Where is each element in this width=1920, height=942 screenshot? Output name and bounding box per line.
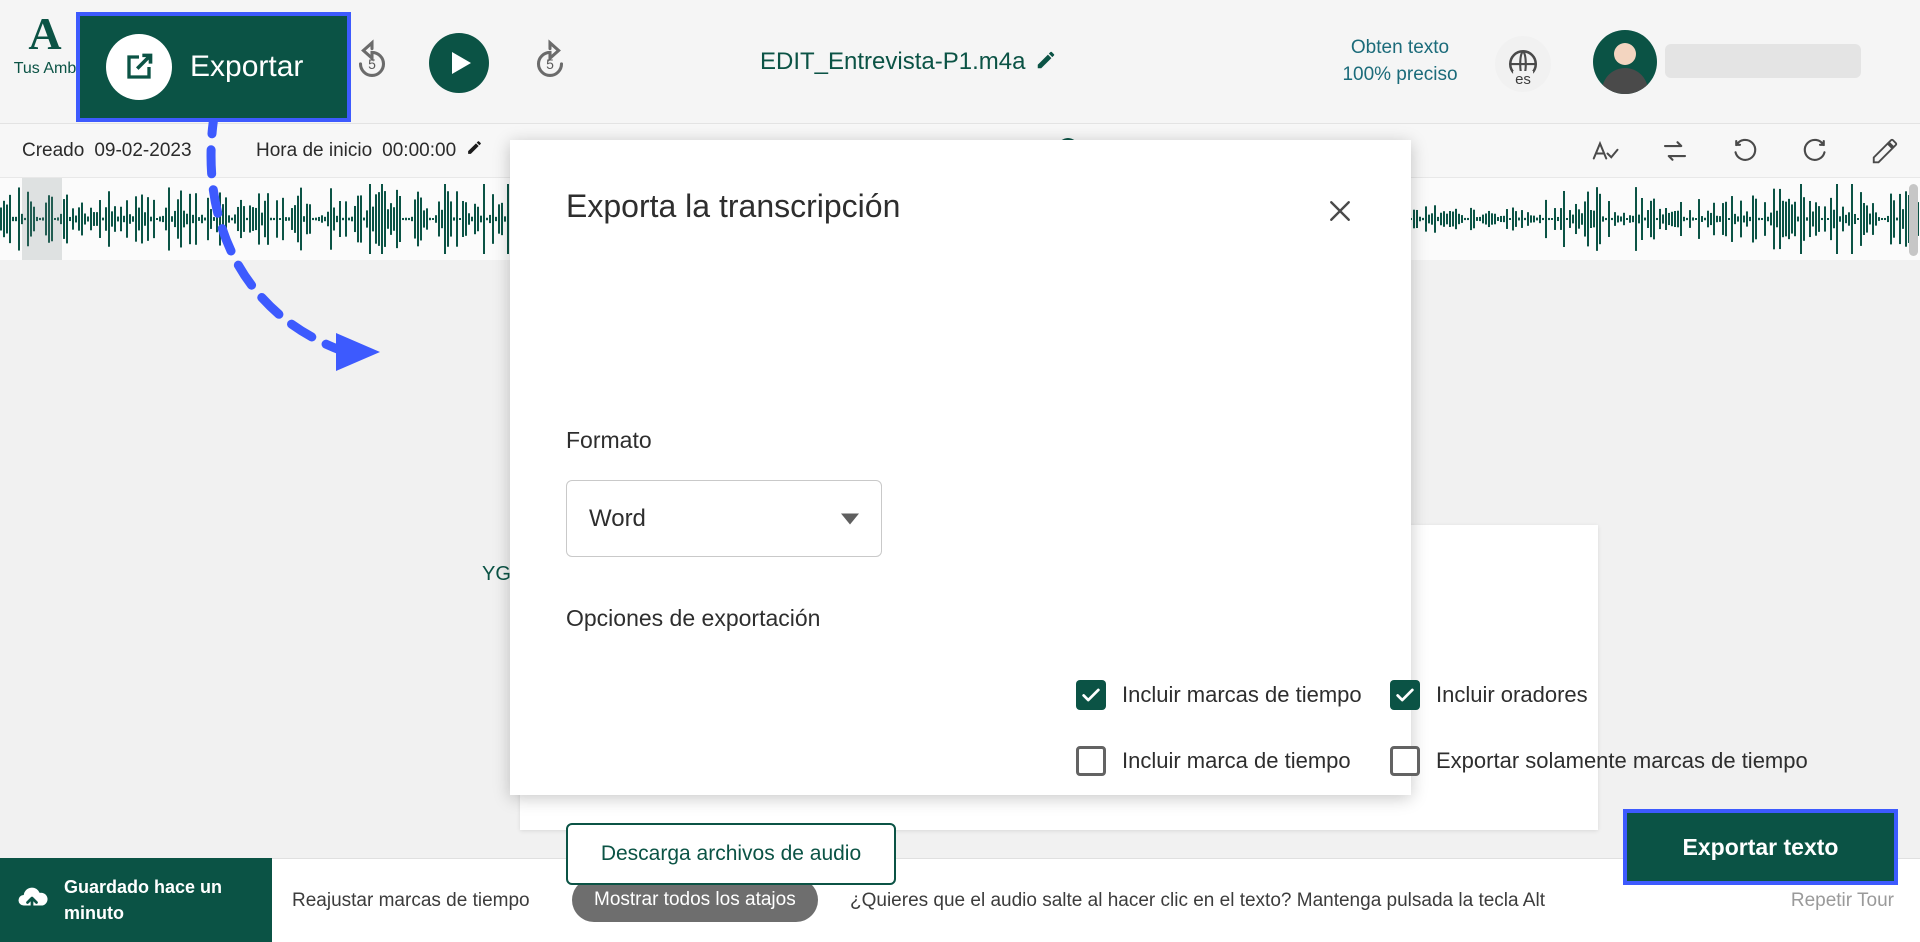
- language-button[interactable]: es: [1495, 36, 1551, 92]
- pencil-icon[interactable]: [466, 139, 483, 162]
- spellcheck-icon[interactable]: [1590, 136, 1620, 166]
- close-icon[interactable]: [1321, 192, 1359, 230]
- file-title-block[interactable]: EDIT_Entrevista-P1.m4a: [760, 48, 1057, 76]
- format-select[interactable]: Word: [566, 480, 882, 557]
- accuracy-line-1: Obten texto: [1350, 37, 1450, 58]
- meta-start-time-value: 00:00:00: [382, 139, 457, 161]
- export-dialog: Exporta la transcripción Formato Word Op…: [510, 140, 1898, 885]
- accuracy-line-2: 100% preciso: [1342, 64, 1458, 85]
- checkbox-checked-icon: [1076, 680, 1106, 710]
- format-label: Formato: [566, 427, 652, 453]
- forward-5-button[interactable]: 5: [526, 38, 574, 86]
- format-select-value: Word: [589, 504, 646, 532]
- avatar-head: [1614, 43, 1636, 65]
- checkbox-include-single-timestamp[interactable]: Incluir marca de tiempo: [1076, 746, 1351, 776]
- checkbox-export-only-timestamps[interactable]: Exportar solamente marcas de tiempo: [1390, 746, 1808, 776]
- repeat-tour-link[interactable]: Repetir Tour: [1791, 890, 1894, 912]
- export-text-button[interactable]: Exportar texto: [1623, 809, 1898, 885]
- meta-created-key: Creado: [22, 139, 85, 161]
- rewind-5-label: 5: [368, 55, 376, 72]
- meta-created: Creado 09-02-2023: [22, 140, 192, 162]
- export-button-label: Exportar: [190, 50, 304, 83]
- export-text-button-label: Exportar texto: [1682, 833, 1839, 860]
- checkbox-checked-icon: [1390, 680, 1420, 710]
- cloud-upload-icon: [14, 880, 50, 921]
- meta-tools: [1590, 124, 1900, 178]
- avatar[interactable]: [1593, 30, 1657, 94]
- redo-icon[interactable]: [1800, 136, 1830, 166]
- top-header: A Tus Amb Exportar 5 5 EDIT_Entrevista-P…: [0, 0, 1920, 124]
- alt-key-hint: ¿Quieres que el audio salte al hacer cli…: [850, 890, 1545, 911]
- forward-5-label: 5: [546, 55, 554, 72]
- waveform-scrollbar[interactable]: [1909, 184, 1918, 256]
- checkbox-label: Incluir marcas de tiempo: [1122, 682, 1362, 707]
- user-name-redacted: [1665, 44, 1861, 78]
- undo-icon[interactable]: [1730, 136, 1760, 166]
- checkbox-label: Exportar solamente marcas de tiempo: [1436, 748, 1808, 773]
- readjust-timestamps-link[interactable]: Reajustar marcas de tiempo: [292, 890, 530, 912]
- dialog-title: Exporta la transcripción: [566, 188, 901, 224]
- checkbox-unchecked-icon: [1390, 746, 1420, 776]
- export-share-icon: [106, 34, 172, 100]
- checkbox-include-speakers[interactable]: Incluir oradores: [1390, 680, 1588, 710]
- download-audio-button[interactable]: Descarga archivos de audio: [566, 823, 896, 885]
- language-code: es: [1513, 70, 1533, 88]
- checkbox-include-timestamps[interactable]: Incluir marcas de tiempo: [1076, 680, 1362, 710]
- find-replace-icon[interactable]: [1660, 136, 1690, 166]
- export-button[interactable]: Exportar: [76, 12, 351, 122]
- rewind-5-button[interactable]: 5: [348, 38, 396, 86]
- meta-start-time[interactable]: Hora de inicio 00:00:00: [256, 139, 483, 162]
- export-options-label: Opciones de exportación: [566, 605, 821, 631]
- meta-created-value: 09-02-2023: [94, 139, 192, 161]
- checkbox-label: Incluir oradores: [1436, 682, 1588, 707]
- accuracy-upsell[interactable]: Obten texto 100% preciso: [1310, 34, 1490, 88]
- saved-status-text: Guardado hace un minuto: [64, 877, 223, 923]
- file-title: EDIT_Entrevista-P1.m4a: [760, 48, 1026, 75]
- edit-mode-icon[interactable]: [1870, 136, 1900, 166]
- speaker-label: YG: [482, 563, 511, 585]
- app-root: A Tus Amb Exportar 5 5 EDIT_Entrevista-P…: [0, 0, 1920, 942]
- chevron-down-icon: [841, 513, 859, 524]
- meta-start-time-key: Hora de inicio: [256, 139, 373, 161]
- play-icon: [452, 52, 471, 74]
- checkbox-label: Incluir marca de tiempo: [1122, 748, 1351, 773]
- waveform-selection[interactable]: [22, 178, 62, 260]
- saved-status-chip: Guardado hace un minuto: [0, 858, 272, 942]
- checkbox-unchecked-icon: [1076, 746, 1106, 776]
- pencil-icon[interactable]: [1035, 49, 1057, 76]
- avatar-body: [1602, 68, 1648, 94]
- play-button[interactable]: [429, 33, 489, 93]
